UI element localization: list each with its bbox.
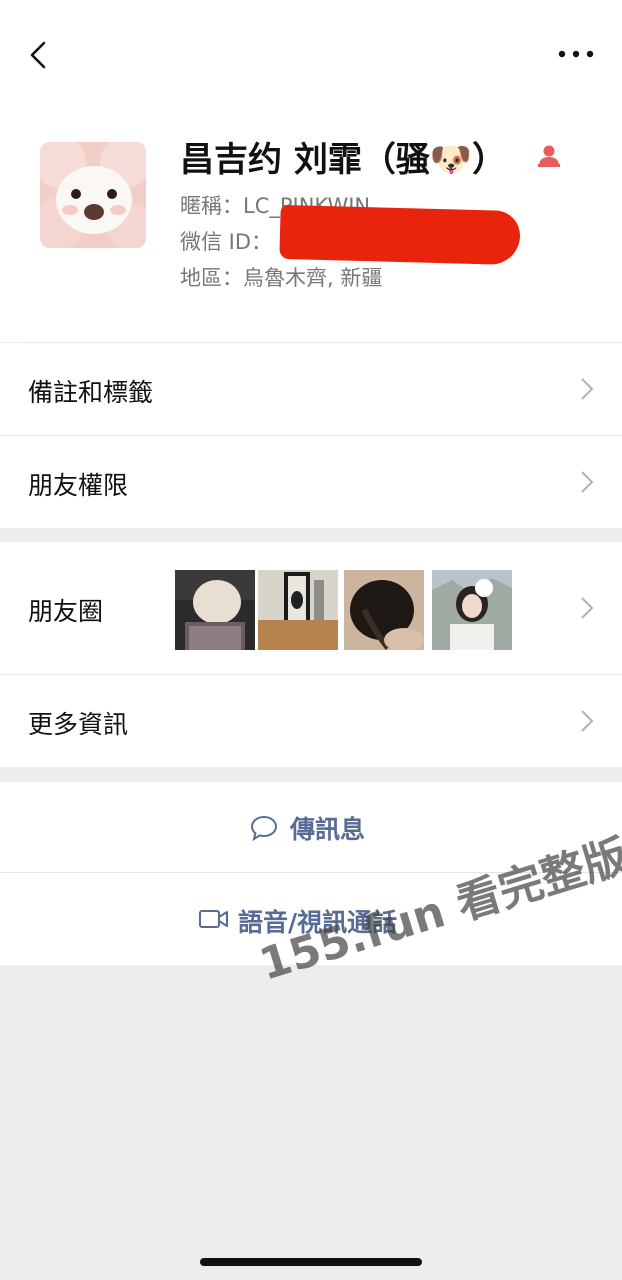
person-badge-icon <box>538 145 560 167</box>
chevron-right-icon <box>581 597 594 619</box>
chevron-right-icon <box>581 710 594 732</box>
moments-photo-3 <box>344 570 424 650</box>
back-arrow-icon[interactable] <box>26 40 56 70</box>
region-text: 地區：烏魯木齊, 新疆 <box>180 266 383 290</box>
redaction-mark <box>279 204 521 266</box>
row-friend-permissions[interactable]: 朋友權限 <box>0 436 622 528</box>
row-more-info-label: 更多資訊 <box>28 710 129 739</box>
row-remarks-tags[interactable]: 備註和標籤 <box>0 343 622 435</box>
row-permissions-label: 朋友權限 <box>28 471 129 500</box>
moments-photo-4 <box>432 570 512 650</box>
top-bar <box>0 0 622 110</box>
profile-header: 昌吉约 刘霏（骚🐶） 暱稱：LC_PINKWIN 微信 ID： 地區：烏魯木齊,… <box>0 110 622 342</box>
avatar-image <box>40 142 146 248</box>
moments-photo-2 <box>258 570 338 650</box>
moments-photo-1 <box>175 570 255 650</box>
avatar[interactable] <box>40 142 146 248</box>
row-more-info[interactable]: 更多資訊 <box>0 675 622 767</box>
row-moments[interactable]: 朋友圈 <box>0 542 622 674</box>
video-camera-icon <box>199 910 228 928</box>
send-message-label: 傳訊息 <box>290 815 366 844</box>
wechat-id-label: 微信 ID： <box>180 230 273 254</box>
row-moments-label: 朋友圈 <box>28 597 104 626</box>
row-remarks-label: 備註和標籤 <box>28 378 154 407</box>
chevron-right-icon <box>581 378 594 400</box>
chat-bubble-icon <box>250 815 278 841</box>
chevron-right-icon <box>581 471 594 493</box>
profile-name: 昌吉约 刘霏（骚🐶） <box>180 140 507 180</box>
home-indicator <box>200 1258 422 1266</box>
more-options-icon[interactable] <box>556 44 596 64</box>
